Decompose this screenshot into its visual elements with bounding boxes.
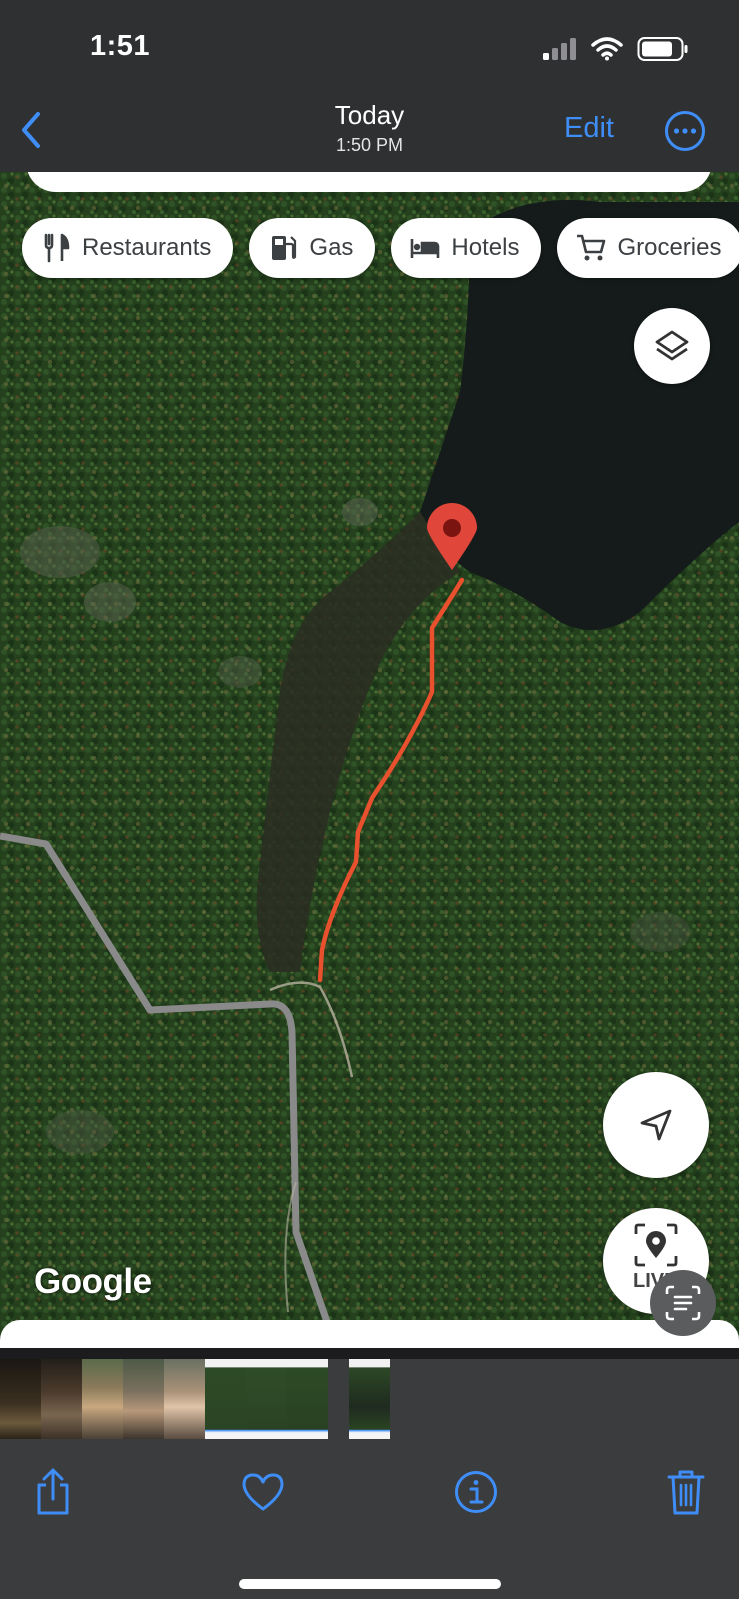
delete-button[interactable]: [662, 1467, 710, 1517]
bed-icon: [411, 239, 440, 258]
cellular-signal-icon: [543, 38, 576, 60]
photo-thumbnail[interactable]: [123, 1359, 164, 1439]
cart-icon: [577, 234, 606, 261]
chip-restaurants[interactable]: Restaurants: [22, 218, 234, 278]
status-bar: 1:51: [0, 0, 739, 96]
fork-knife-icon: [44, 233, 70, 263]
bottom-sheet-edge: [0, 1320, 739, 1348]
chip-groceries[interactable]: Groceries: [557, 218, 739, 278]
map-layers-button[interactable]: [634, 308, 710, 384]
battery-icon: [637, 37, 688, 61]
status-icons: [541, 36, 689, 62]
live-text-icon: [665, 1285, 701, 1321]
category-chips: Restaurants Gas Hotels Groceries: [22, 218, 739, 278]
favorite-button[interactable]: [239, 1467, 287, 1517]
photo-thumbnail[interactable]: [205, 1359, 246, 1439]
home-indicator[interactable]: [239, 1579, 501, 1589]
status-time: 1:51: [90, 30, 151, 62]
chip-gas[interactable]: Gas: [249, 218, 376, 278]
satellite-map: [0, 172, 739, 1348]
chip-label: Restaurants: [82, 234, 212, 261]
share-icon: [37, 1468, 69, 1515]
info-button[interactable]: [452, 1467, 500, 1517]
wifi-icon: [591, 37, 623, 61]
photo-thumbnail[interactable]: [0, 1359, 41, 1439]
photo-thumbnail[interactable]: [246, 1359, 287, 1439]
chip-label: Gas: [309, 234, 354, 261]
photo-thumbnail[interactable]: [82, 1359, 123, 1439]
trash-icon: [667, 1470, 705, 1515]
chip-hotels[interactable]: Hotels: [391, 218, 542, 278]
live-text-button[interactable]: [650, 1270, 716, 1336]
photo-thumbnail-current[interactable]: [349, 1359, 390, 1439]
google-logo: Google: [34, 1262, 152, 1301]
my-location-button[interactable]: [603, 1072, 709, 1178]
map-search-bar[interactable]: [26, 172, 712, 192]
photo-thumbnail[interactable]: [41, 1359, 82, 1439]
gas-pump-icon: [272, 236, 297, 260]
navigation-arrow-icon: [640, 1109, 672, 1141]
nav-bar: Today 1:50 PM Edit: [0, 96, 739, 172]
photo-thumbnail[interactable]: [287, 1359, 328, 1439]
more-options-button[interactable]: [664, 110, 706, 152]
heart-icon: [242, 1473, 284, 1511]
filmstrip-gap: [328, 1359, 349, 1439]
live-view-pin-icon: [634, 1223, 678, 1267]
page-title: Today: [334, 100, 405, 130]
chip-label: Groceries: [617, 234, 722, 261]
edit-button[interactable]: Edit: [564, 112, 614, 145]
chip-label: Hotels: [451, 234, 520, 261]
bottom-toolbar: [0, 1439, 739, 1599]
share-button[interactable]: [29, 1467, 77, 1517]
layers-icon: [655, 330, 689, 361]
info-icon: [455, 1471, 497, 1513]
page-subtitle: 1:50 PM: [335, 135, 404, 155]
ellipsis-circle-icon: [665, 111, 705, 151]
photo-thumbnail[interactable]: [164, 1359, 205, 1439]
map-view[interactable]: Restaurants Gas Hotels Groceries LIVE Go…: [0, 172, 739, 1348]
nav-title-group: Today 1:50 PM: [0, 100, 739, 156]
photo-filmstrip: [0, 1359, 739, 1439]
